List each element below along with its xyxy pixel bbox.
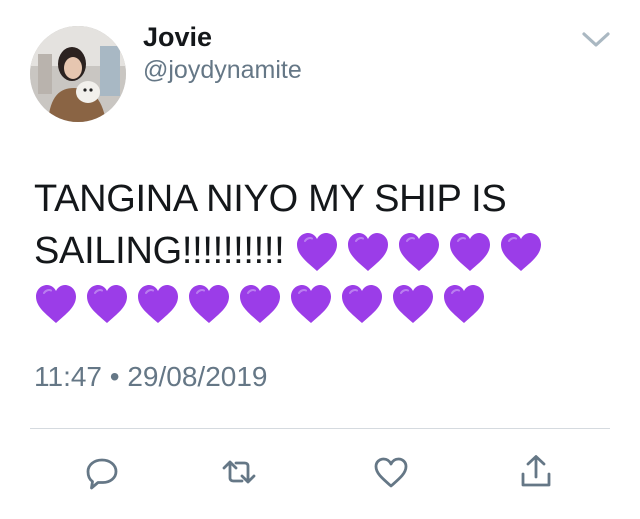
purple-heart-icon — [499, 231, 543, 273]
purple-heart-icon — [340, 283, 384, 325]
purple-heart-icon — [136, 283, 180, 325]
avatar[interactable] — [30, 26, 126, 122]
heart-icon[interactable] — [371, 452, 411, 492]
purple-heart-icon — [34, 283, 78, 325]
tweet-text: TANGINA NIYO MY SHIP IS SAILING!!!!!!!!!… — [34, 173, 594, 329]
purple-heart-icon — [448, 231, 492, 273]
purple-heart-icon — [391, 283, 435, 325]
purple-heart-icon — [289, 283, 333, 325]
user-handle[interactable]: @joydynamite — [143, 55, 302, 85]
chevron-down-icon[interactable] — [578, 26, 614, 52]
tweet-timestamp[interactable]: 11:47 • 29/08/2019 — [34, 360, 268, 394]
retweet-icon[interactable] — [219, 452, 259, 492]
purple-heart-icon — [295, 231, 339, 273]
purple-heart-icon — [397, 231, 441, 273]
purple-heart-icon — [85, 283, 129, 325]
purple-heart-icon — [238, 283, 282, 325]
purple-heart-icon — [187, 283, 231, 325]
purple-heart-icon — [346, 231, 390, 273]
divider — [30, 428, 610, 429]
reply-icon[interactable] — [82, 452, 122, 492]
share-icon[interactable] — [516, 452, 556, 492]
display-name[interactable]: Jovie — [143, 20, 212, 54]
purple-heart-icon — [442, 283, 486, 325]
